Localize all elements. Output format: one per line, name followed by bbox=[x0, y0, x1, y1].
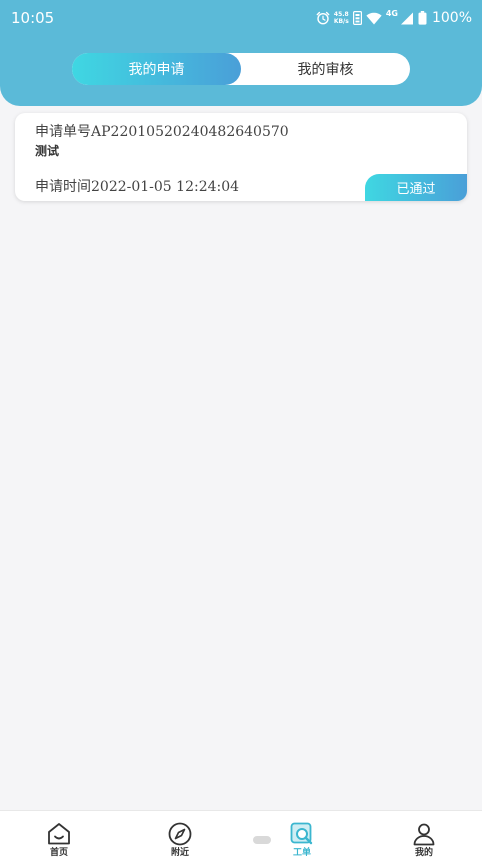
battery-icon bbox=[418, 11, 427, 25]
wifi-icon bbox=[366, 12, 382, 25]
net-speed: 45.8 KB/s bbox=[334, 11, 349, 25]
net-speed-value: 45.8 bbox=[333, 11, 349, 18]
segmented-tabs: 我的申请 我的审核 bbox=[72, 53, 410, 85]
application-time-label: 申请时间 bbox=[35, 179, 91, 195]
application-time-value: 2022-01-05 12:24:04 bbox=[91, 179, 240, 195]
screen: 10:05 45.8 KB/s 4G 100% 我的申请 我的审核 申请单号AP… bbox=[0, 0, 482, 861]
work-order-icon bbox=[289, 821, 315, 847]
nav-item-mine[interactable]: 我的 bbox=[394, 811, 454, 861]
tab-my-reviews[interactable]: 我的审核 bbox=[241, 53, 410, 85]
status-time: 10:05 bbox=[11, 9, 55, 27]
status-badge: 已通过 bbox=[365, 174, 467, 201]
network-status-icon bbox=[352, 11, 362, 25]
user-icon bbox=[411, 821, 437, 847]
status-icons: 45.8 KB/s 4G 100% bbox=[316, 9, 472, 27]
compass-icon bbox=[167, 821, 193, 847]
application-number-label: 申请单号 bbox=[35, 124, 91, 140]
application-number-value: AP22010520240482640570 bbox=[91, 124, 289, 140]
nav-label-mine: 我的 bbox=[414, 848, 433, 858]
home-icon bbox=[46, 821, 72, 847]
nav-item-home[interactable]: 首页 bbox=[29, 811, 89, 861]
nav-indicator-pill bbox=[253, 836, 271, 844]
alarm-icon bbox=[316, 11, 330, 25]
net-speed-unit: KB/s bbox=[333, 18, 349, 25]
bottom-nav: 首页 附近 工单 我的 bbox=[0, 810, 482, 861]
nav-item-nearby[interactable]: 附近 bbox=[150, 811, 210, 861]
application-time: 申请时间2022-01-05 12:24:04 bbox=[35, 178, 239, 196]
nav-label-work-order: 工单 bbox=[292, 848, 311, 858]
application-title: 测试 bbox=[35, 144, 60, 158]
status-bar: 10:05 45.8 KB/s 4G 100% bbox=[0, 0, 482, 36]
nav-label-home: 首页 bbox=[49, 848, 68, 858]
nav-item-work-order[interactable]: 工单 bbox=[272, 811, 332, 861]
battery-percent: 100% bbox=[431, 10, 472, 26]
network-type: 4G bbox=[385, 9, 398, 18]
nav-label-nearby: 附近 bbox=[170, 848, 189, 858]
header: 10:05 45.8 KB/s 4G 100% 我的申请 我的审核 bbox=[0, 0, 482, 106]
application-number: 申请单号AP22010520240482640570 bbox=[35, 123, 289, 141]
signal-icon bbox=[400, 12, 414, 25]
tab-my-applications[interactable]: 我的申请 bbox=[72, 53, 241, 85]
application-card[interactable]: 申请单号AP22010520240482640570 测试 申请时间2022-0… bbox=[15, 113, 467, 201]
